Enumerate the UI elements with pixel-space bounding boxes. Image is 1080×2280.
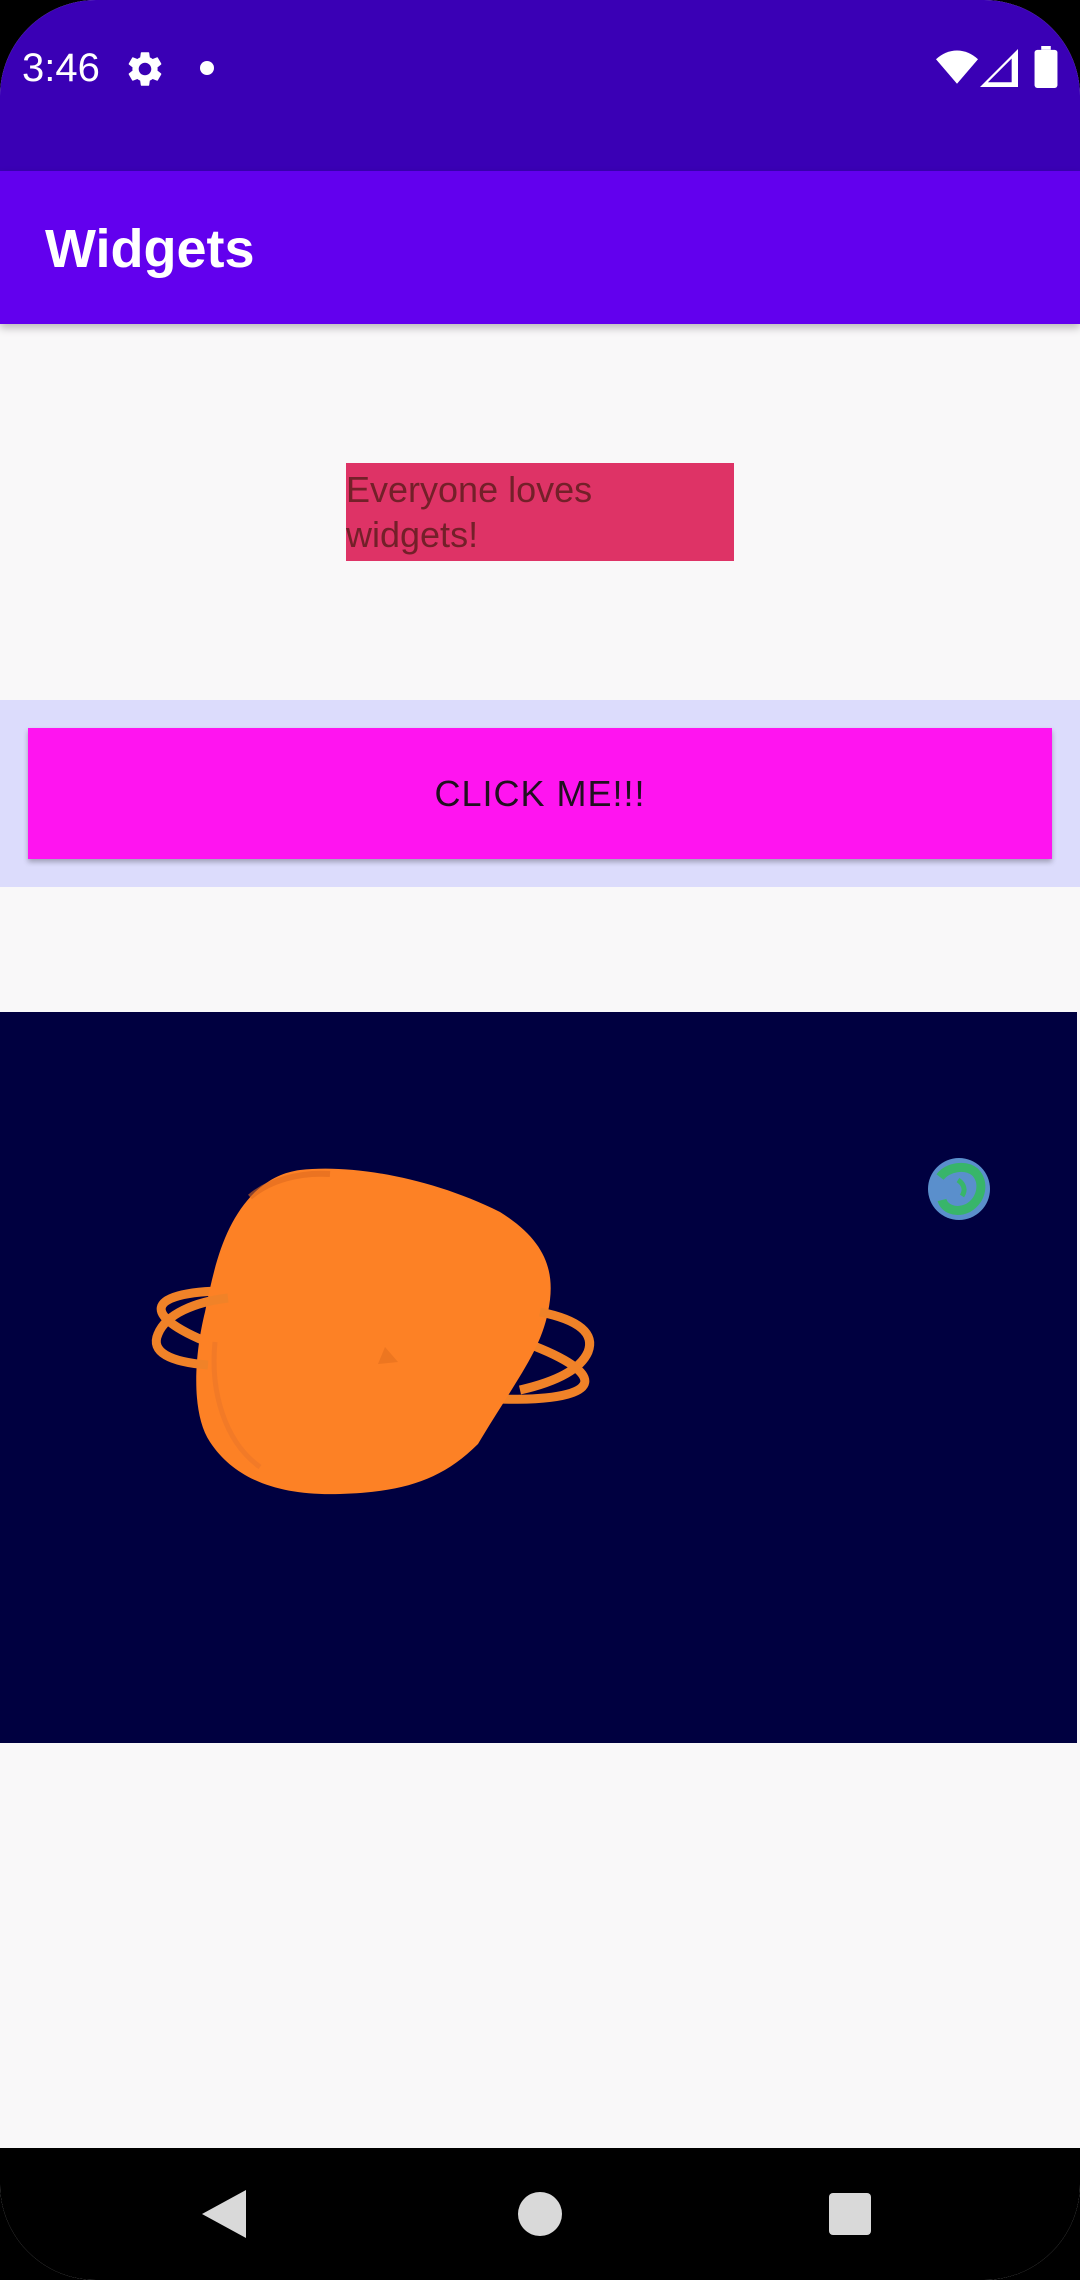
back-icon[interactable] xyxy=(202,2190,246,2238)
status-time: 3:46 xyxy=(22,46,100,90)
battery-icon xyxy=(1034,46,1058,88)
button-container: CLICK ME!!! xyxy=(0,700,1080,887)
status-bar: 3:46 xyxy=(0,0,1080,171)
wifi-icon xyxy=(936,50,978,84)
signal-icon xyxy=(980,49,1018,87)
app-bar: Widgets xyxy=(0,171,1080,324)
home-icon[interactable] xyxy=(518,2192,562,2236)
recents-icon[interactable] xyxy=(829,2193,871,2235)
app-title: Widgets xyxy=(45,219,255,279)
text-box: Everyone loves widgets! xyxy=(346,463,734,561)
notification-dot-icon xyxy=(200,61,214,75)
space-planets-image xyxy=(0,1012,1077,1743)
click-me-button[interactable]: CLICK ME!!! xyxy=(28,728,1052,859)
phone-screen: 3:46 Widgets Everyone loves widgets! CLI… xyxy=(0,0,1080,2280)
settings-icon xyxy=(128,52,162,86)
